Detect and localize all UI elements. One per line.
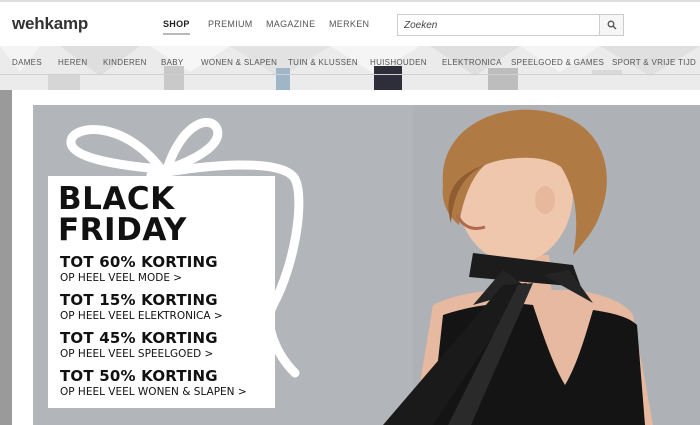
search-button[interactable]	[599, 15, 623, 35]
offer-headline: TOT 15% KORTING	[60, 291, 218, 309]
nav-merken[interactable]: MERKEN	[329, 19, 369, 29]
search-box	[397, 14, 624, 36]
category-divider	[0, 74, 700, 75]
nav-premium[interactable]: PREMIUM	[208, 19, 253, 29]
category-sport-vrije-tijd[interactable]: SPORT & VRIJE TIJD	[612, 58, 696, 67]
offer-headline: TOT 60% KORTING	[60, 253, 218, 271]
offer-link-speelgoed[interactable]: OP HEEL VEEL SPEELGOED >	[60, 347, 218, 361]
offer-speelgoed: TOT 45% KORTING OP HEEL VEEL SPEELGOED >	[60, 330, 218, 361]
wehkamp-logo[interactable]: wehkamp	[12, 14, 88, 34]
category-speelgoed-games[interactable]: SPEELGOED & GAMES	[511, 58, 604, 67]
nav-magazine[interactable]: MAGAZINE	[266, 19, 315, 29]
site-header: wehkamp SHOP PREMIUM MAGAZINE MERKEN	[0, 2, 700, 46]
offer-headline: TOT 45% KORTING	[60, 329, 218, 347]
offer-mode: TOT 60% KORTING OP HEEL VEEL MODE >	[60, 254, 218, 285]
title-line-1: BLACK	[58, 181, 175, 217]
category-huishouden[interactable]: HUISHOUDEN	[370, 58, 427, 67]
category-elektronica[interactable]: ELEKTRONICA	[442, 58, 502, 67]
promo-card: BLACK FRIDAY TOT 60% KORTING OP HEEL VEE…	[48, 176, 275, 408]
title-line-2: FRIDAY	[58, 212, 187, 248]
offer-wonen-slapen: TOT 50% KORTING OP HEEL VEEL WONEN & SLA…	[60, 368, 247, 399]
category-baby[interactable]: BABY	[161, 58, 184, 67]
search-icon	[607, 20, 616, 30]
category-dames[interactable]: DAMES	[12, 58, 42, 67]
nav-shop[interactable]: SHOP	[163, 19, 190, 35]
black-friday-title: BLACK FRIDAY	[58, 184, 187, 246]
offer-elektronica: TOT 15% KORTING OP HEEL VEEL ELEKTRONICA…	[60, 292, 223, 323]
category-nav: DAMES HEREN KINDEREN BABY WONEN & SLAPEN…	[0, 50, 700, 74]
background-page-edge	[0, 90, 12, 425]
offer-link-wonen-slapen[interactable]: OP HEEL VEEL WONEN & SLAPEN >	[60, 385, 247, 399]
category-kinderen[interactable]: KINDEREN	[103, 58, 147, 67]
category-wonen-slapen[interactable]: WONEN & SLAPEN	[201, 58, 277, 67]
offer-headline: TOT 50% KORTING	[60, 367, 218, 385]
category-tuin-klussen[interactable]: TUIN & KLUSSEN	[288, 58, 358, 67]
search-input[interactable]	[398, 15, 600, 35]
offer-link-elektronica[interactable]: OP HEEL VEEL ELEKTRONICA >	[60, 309, 223, 323]
offer-link-mode[interactable]: OP HEEL VEEL MODE >	[60, 271, 218, 285]
category-heren[interactable]: HEREN	[58, 58, 88, 67]
